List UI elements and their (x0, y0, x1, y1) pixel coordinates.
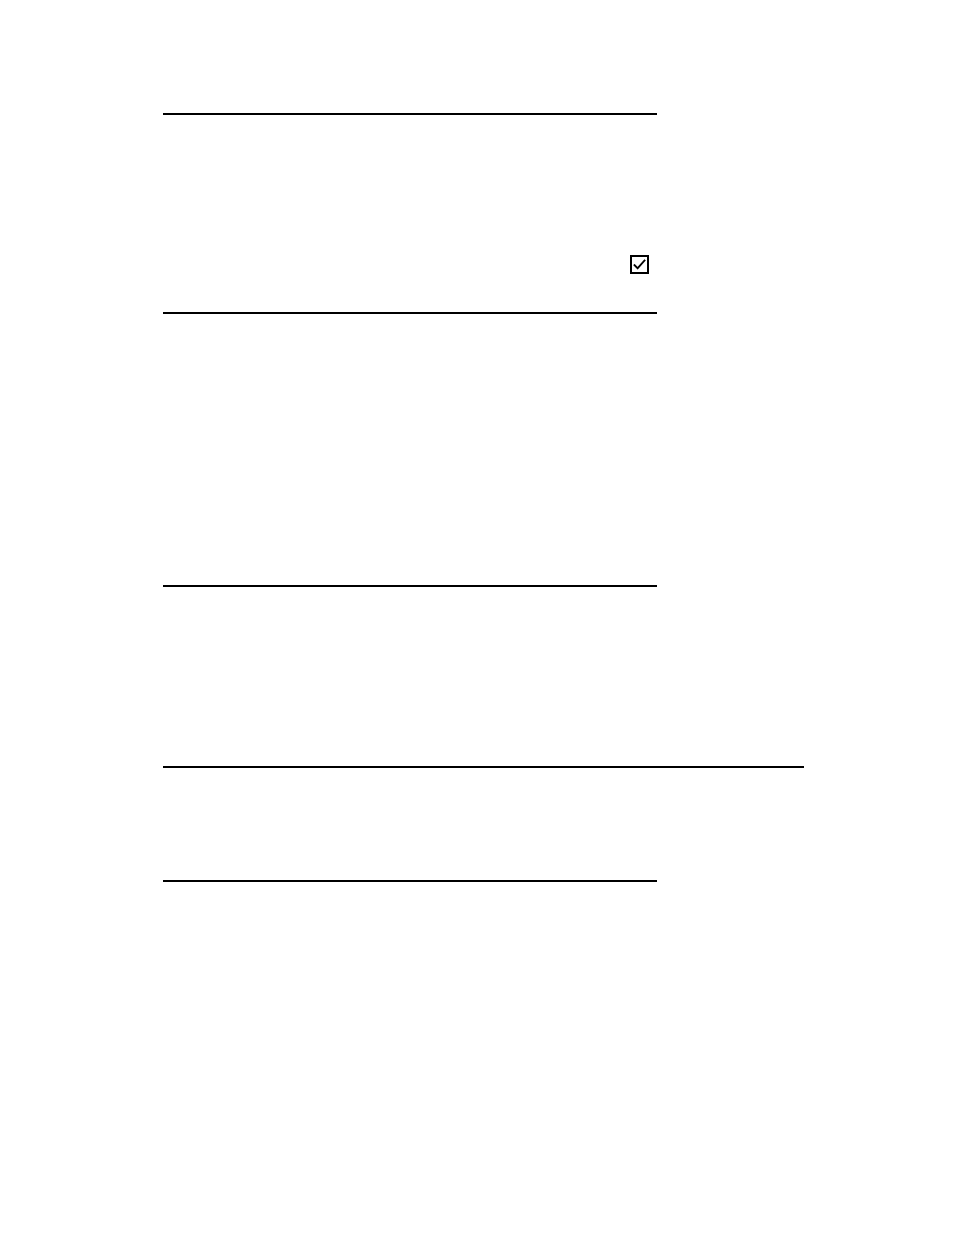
document-page (0, 0, 954, 1235)
horizontal-rule (163, 113, 657, 115)
horizontal-rule (163, 766, 804, 768)
checkbox-checked (630, 255, 649, 274)
horizontal-rule (163, 585, 657, 587)
horizontal-rule (163, 880, 657, 882)
checkmark-icon (632, 257, 647, 272)
horizontal-rule (163, 312, 657, 314)
